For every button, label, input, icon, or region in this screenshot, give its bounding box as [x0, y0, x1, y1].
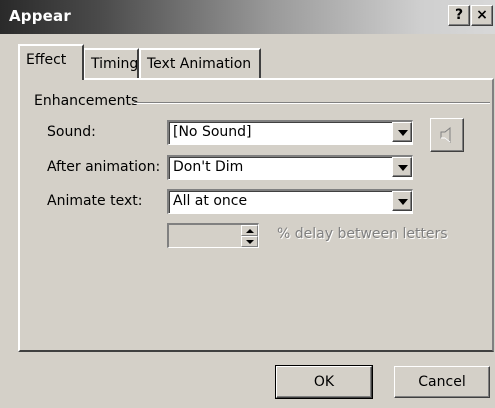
chevron-down-icon [398, 165, 408, 171]
animate-text-dropdown-button[interactable] [392, 191, 412, 211]
delay-decrement-button[interactable] [241, 236, 258, 247]
after-animation-dropdown[interactable]: Don't Dim [167, 155, 413, 180]
sound-label: Sound: [47, 124, 96, 140]
tab-timing[interactable]: Timing [83, 48, 139, 78]
animate-text-dropdown[interactable]: All at once [167, 189, 413, 214]
arrow-down-icon [246, 240, 254, 244]
tab-effect[interactable]: Effect [18, 44, 84, 80]
delay-between-letters-label: % delay between letters [277, 226, 448, 242]
animate-text-label: Animate text: [47, 193, 143, 209]
sound-value: [No Sound] [173, 124, 252, 140]
close-button[interactable]: × [471, 5, 493, 26]
title-bar[interactable]: Appear ? × [0, 0, 495, 34]
arrow-up-icon [246, 229, 254, 233]
delay-increment-button[interactable] [241, 225, 258, 236]
ok-button[interactable]: OK [275, 365, 373, 399]
tab-text-animation[interactable]: Text Animation [139, 48, 261, 78]
sound-dropdown[interactable]: [No Sound] [167, 120, 413, 145]
delay-spinner[interactable] [167, 223, 259, 248]
chevron-down-icon [398, 130, 408, 136]
chevron-down-icon [398, 199, 408, 205]
appear-dialog: Appear ? × Effect Timing Text Animation … [0, 0, 495, 408]
play-sound-button[interactable] [430, 118, 464, 152]
enhancements-group-label: Enhancements [34, 93, 139, 109]
help-button[interactable]: ? [448, 5, 470, 26]
group-divider [134, 102, 490, 104]
speaker-icon [440, 127, 451, 143]
window-title: Appear [9, 7, 71, 25]
cancel-button[interactable]: Cancel [394, 366, 490, 398]
after-animation-label: After animation: [47, 159, 161, 175]
delay-spinner-buttons[interactable] [241, 225, 258, 247]
after-animation-dropdown-button[interactable] [392, 157, 412, 177]
after-animation-value: Don't Dim [173, 159, 244, 175]
sound-dropdown-button[interactable] [392, 122, 412, 142]
animate-text-value: All at once [173, 193, 248, 209]
effect-panel: Enhancements Sound: [No Sound] After ani… [18, 78, 494, 352]
